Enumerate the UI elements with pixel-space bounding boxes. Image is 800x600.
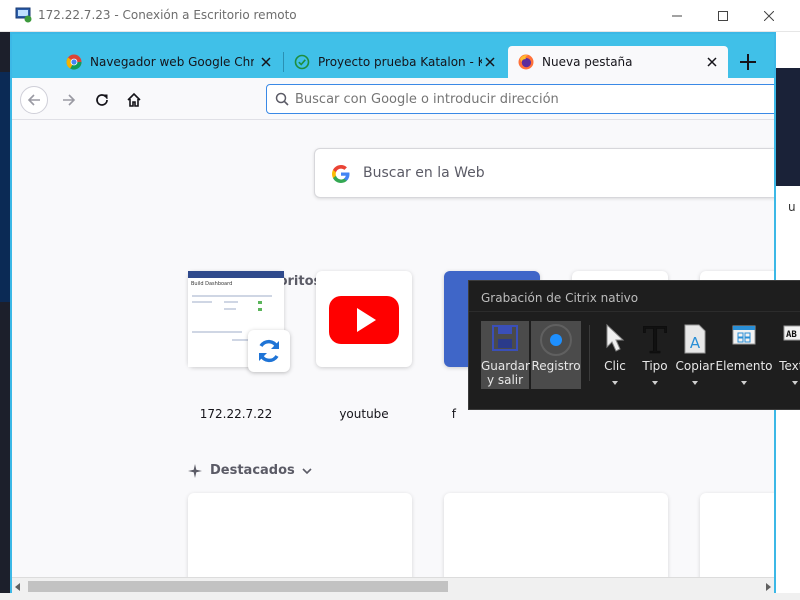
home-button[interactable] (120, 86, 148, 114)
button-label: Guardar y salir (481, 359, 530, 387)
type-action-button[interactable]: T Tipo (635, 321, 675, 389)
tab-title: Nueva pestaña (542, 55, 633, 69)
citrix-recorder-title: Grabación de Citrix nativo (481, 291, 639, 305)
google-logo-icon (332, 165, 350, 183)
forward-button[interactable] (55, 86, 83, 114)
chrome-icon (66, 54, 82, 70)
citrix-recorder-toolbar: Grabación de Citrix nativo Guardar y sali… (468, 280, 800, 410)
close-tab-icon[interactable] (704, 54, 720, 70)
highlights-title: Destacados (210, 463, 295, 478)
close-tab-icon[interactable] (482, 54, 498, 70)
web-search-placeholder: Buscar en la Web (363, 165, 485, 181)
scrollbar-thumb[interactable] (28, 581, 448, 592)
button-label: Clic (604, 359, 626, 373)
top-site-label: 172.22.7.22 (199, 407, 273, 421)
reload-icon (96, 94, 108, 106)
navigation-toolbar (12, 78, 774, 120)
save-and-exit-button[interactable]: Guardar y salir (481, 321, 530, 389)
background-window-dark (776, 68, 800, 186)
maximize-button[interactable] (700, 0, 746, 32)
sync-badge (248, 330, 290, 372)
save-exit-icon (492, 325, 518, 351)
svg-text:A: A (690, 334, 701, 352)
record-icon (540, 324, 572, 356)
svg-text:AB: AB (786, 330, 797, 340)
youtube-logo-icon (329, 296, 399, 344)
tab-chrome[interactable]: Navegador web Google Chrome (56, 46, 282, 78)
back-button[interactable] (20, 86, 48, 114)
cursor-icon (606, 323, 625, 352)
scroll-left-icon[interactable] (14, 583, 22, 591)
thumbnail-heading: Build Dashboard (191, 281, 233, 287)
minimize-icon (672, 15, 682, 17)
copy-text-icon: A (684, 324, 706, 354)
background-window-fragment: u (788, 200, 796, 214)
toolbar-divider (469, 311, 800, 312)
minimize-button[interactable] (654, 0, 700, 32)
dropdown-caret-icon (692, 381, 698, 385)
forward-arrow-icon (63, 94, 76, 106)
top-site-label: youtube (339, 407, 389, 421)
button-label: Elemento (715, 359, 773, 373)
home-icon (127, 92, 141, 107)
tab-katalon[interactable]: Proyecto prueba Katalon - Katalon (284, 46, 506, 78)
top-site-tile-youtube[interactable] (316, 271, 412, 367)
button-label: Texto (779, 359, 800, 373)
scroll-right-icon[interactable] (764, 583, 772, 591)
tab-title: Proyecto prueba Katalon - Katalon (318, 55, 482, 69)
close-icon (764, 11, 774, 21)
horizontal-scrollbar[interactable] (12, 577, 774, 593)
button-label: Copiar (675, 359, 715, 373)
reload-button[interactable] (88, 86, 116, 114)
katalon-check-icon (294, 54, 310, 70)
top-site-tile-1[interactable]: Build Dashboard (188, 271, 290, 372)
svg-text:T: T (643, 323, 667, 357)
dropdown-caret-icon (792, 381, 798, 385)
sparkle-icon (188, 463, 202, 478)
dropdown-caret-icon (652, 381, 658, 385)
element-icon (732, 325, 756, 345)
dropdown-caret-icon (612, 381, 618, 385)
click-action-button[interactable]: Clic (595, 321, 635, 389)
close-window-button[interactable] (746, 0, 792, 32)
firefox-icon (518, 54, 534, 70)
web-search-box[interactable]: Buscar en la Web (314, 148, 774, 198)
rdp-titlebar: 172.22.7.23 - Conexión a Escritorio remo… (0, 0, 800, 32)
tab-title: Navegador web Google Chrome (90, 55, 254, 69)
refresh-arrows-icon (259, 339, 279, 363)
dropdown-caret-icon (741, 381, 747, 385)
highlights-header[interactable]: Destacados (188, 463, 313, 478)
button-label: Registro (531, 359, 581, 373)
thumbnail-header-bar (188, 271, 284, 278)
chevron-down-icon (302, 467, 312, 474)
url-bar[interactable] (266, 84, 774, 114)
type-icon: T (643, 323, 668, 357)
button-label: Tipo (642, 359, 668, 373)
record-button[interactable]: Registro (531, 321, 581, 389)
remote-desktop-icon (15, 7, 32, 23)
text-action-button[interactable]: AB Texto (775, 321, 800, 389)
rdp-window-title: 172.22.7.23 - Conexión a Escritorio remo… (38, 8, 297, 22)
desktop-background (0, 72, 10, 302)
tab-nueva-pestana[interactable]: Nueva pestaña (508, 46, 728, 78)
element-action-button[interactable]: Elemento (715, 321, 773, 389)
toolbar-separator (589, 325, 590, 381)
text-icon: AB (783, 325, 800, 341)
url-input[interactable] (295, 89, 765, 109)
top-site-label: f (451, 407, 456, 421)
close-tab-icon[interactable] (258, 54, 274, 70)
plus-icon[interactable] (736, 50, 760, 74)
rdp-bottom-edge (0, 593, 800, 600)
back-arrow-icon (27, 94, 40, 106)
copy-action-button[interactable]: A Copiar (675, 321, 715, 389)
tab-strip: Navegador web Google Chrome Proyecto pru… (12, 34, 774, 78)
maximize-icon (718, 11, 728, 21)
search-icon (275, 92, 289, 106)
